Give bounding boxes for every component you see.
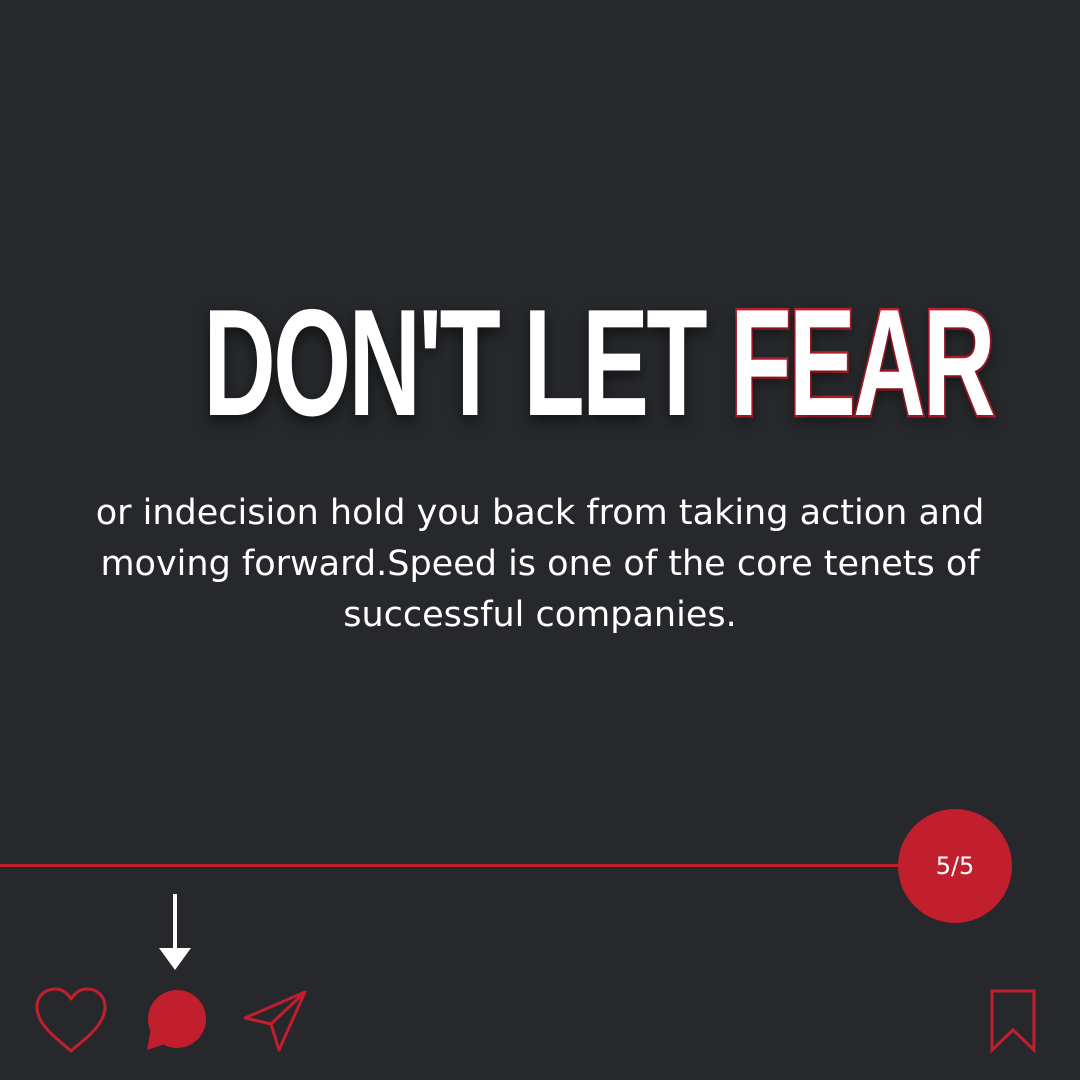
body-line-2: moving forward.Speed is one of the core … bbox=[100, 544, 980, 584]
headline-accent-word: FEAR bbox=[729, 276, 997, 451]
body-line-3: successful companies. bbox=[343, 595, 737, 635]
arrow-down-icon bbox=[159, 894, 191, 970]
page-indicator-badge: 5/5 bbox=[898, 809, 1012, 923]
body-line-1: or indecision hold you back from taking … bbox=[95, 493, 985, 533]
comment-icon[interactable] bbox=[141, 988, 209, 1054]
headline-white-part: DON'T LET bbox=[203, 278, 707, 448]
bookmark-icon[interactable] bbox=[988, 988, 1038, 1054]
send-icon[interactable] bbox=[241, 988, 309, 1054]
headline: DON'T LET FEAR bbox=[0, 276, 1080, 451]
headline-inner: DON'T LET FEAR bbox=[203, 276, 997, 451]
heart-icon[interactable] bbox=[33, 985, 109, 1055]
progress-line bbox=[0, 864, 910, 867]
page-indicator-label: 5/5 bbox=[935, 852, 975, 880]
body-text: or indecision hold you back from taking … bbox=[40, 488, 1040, 641]
